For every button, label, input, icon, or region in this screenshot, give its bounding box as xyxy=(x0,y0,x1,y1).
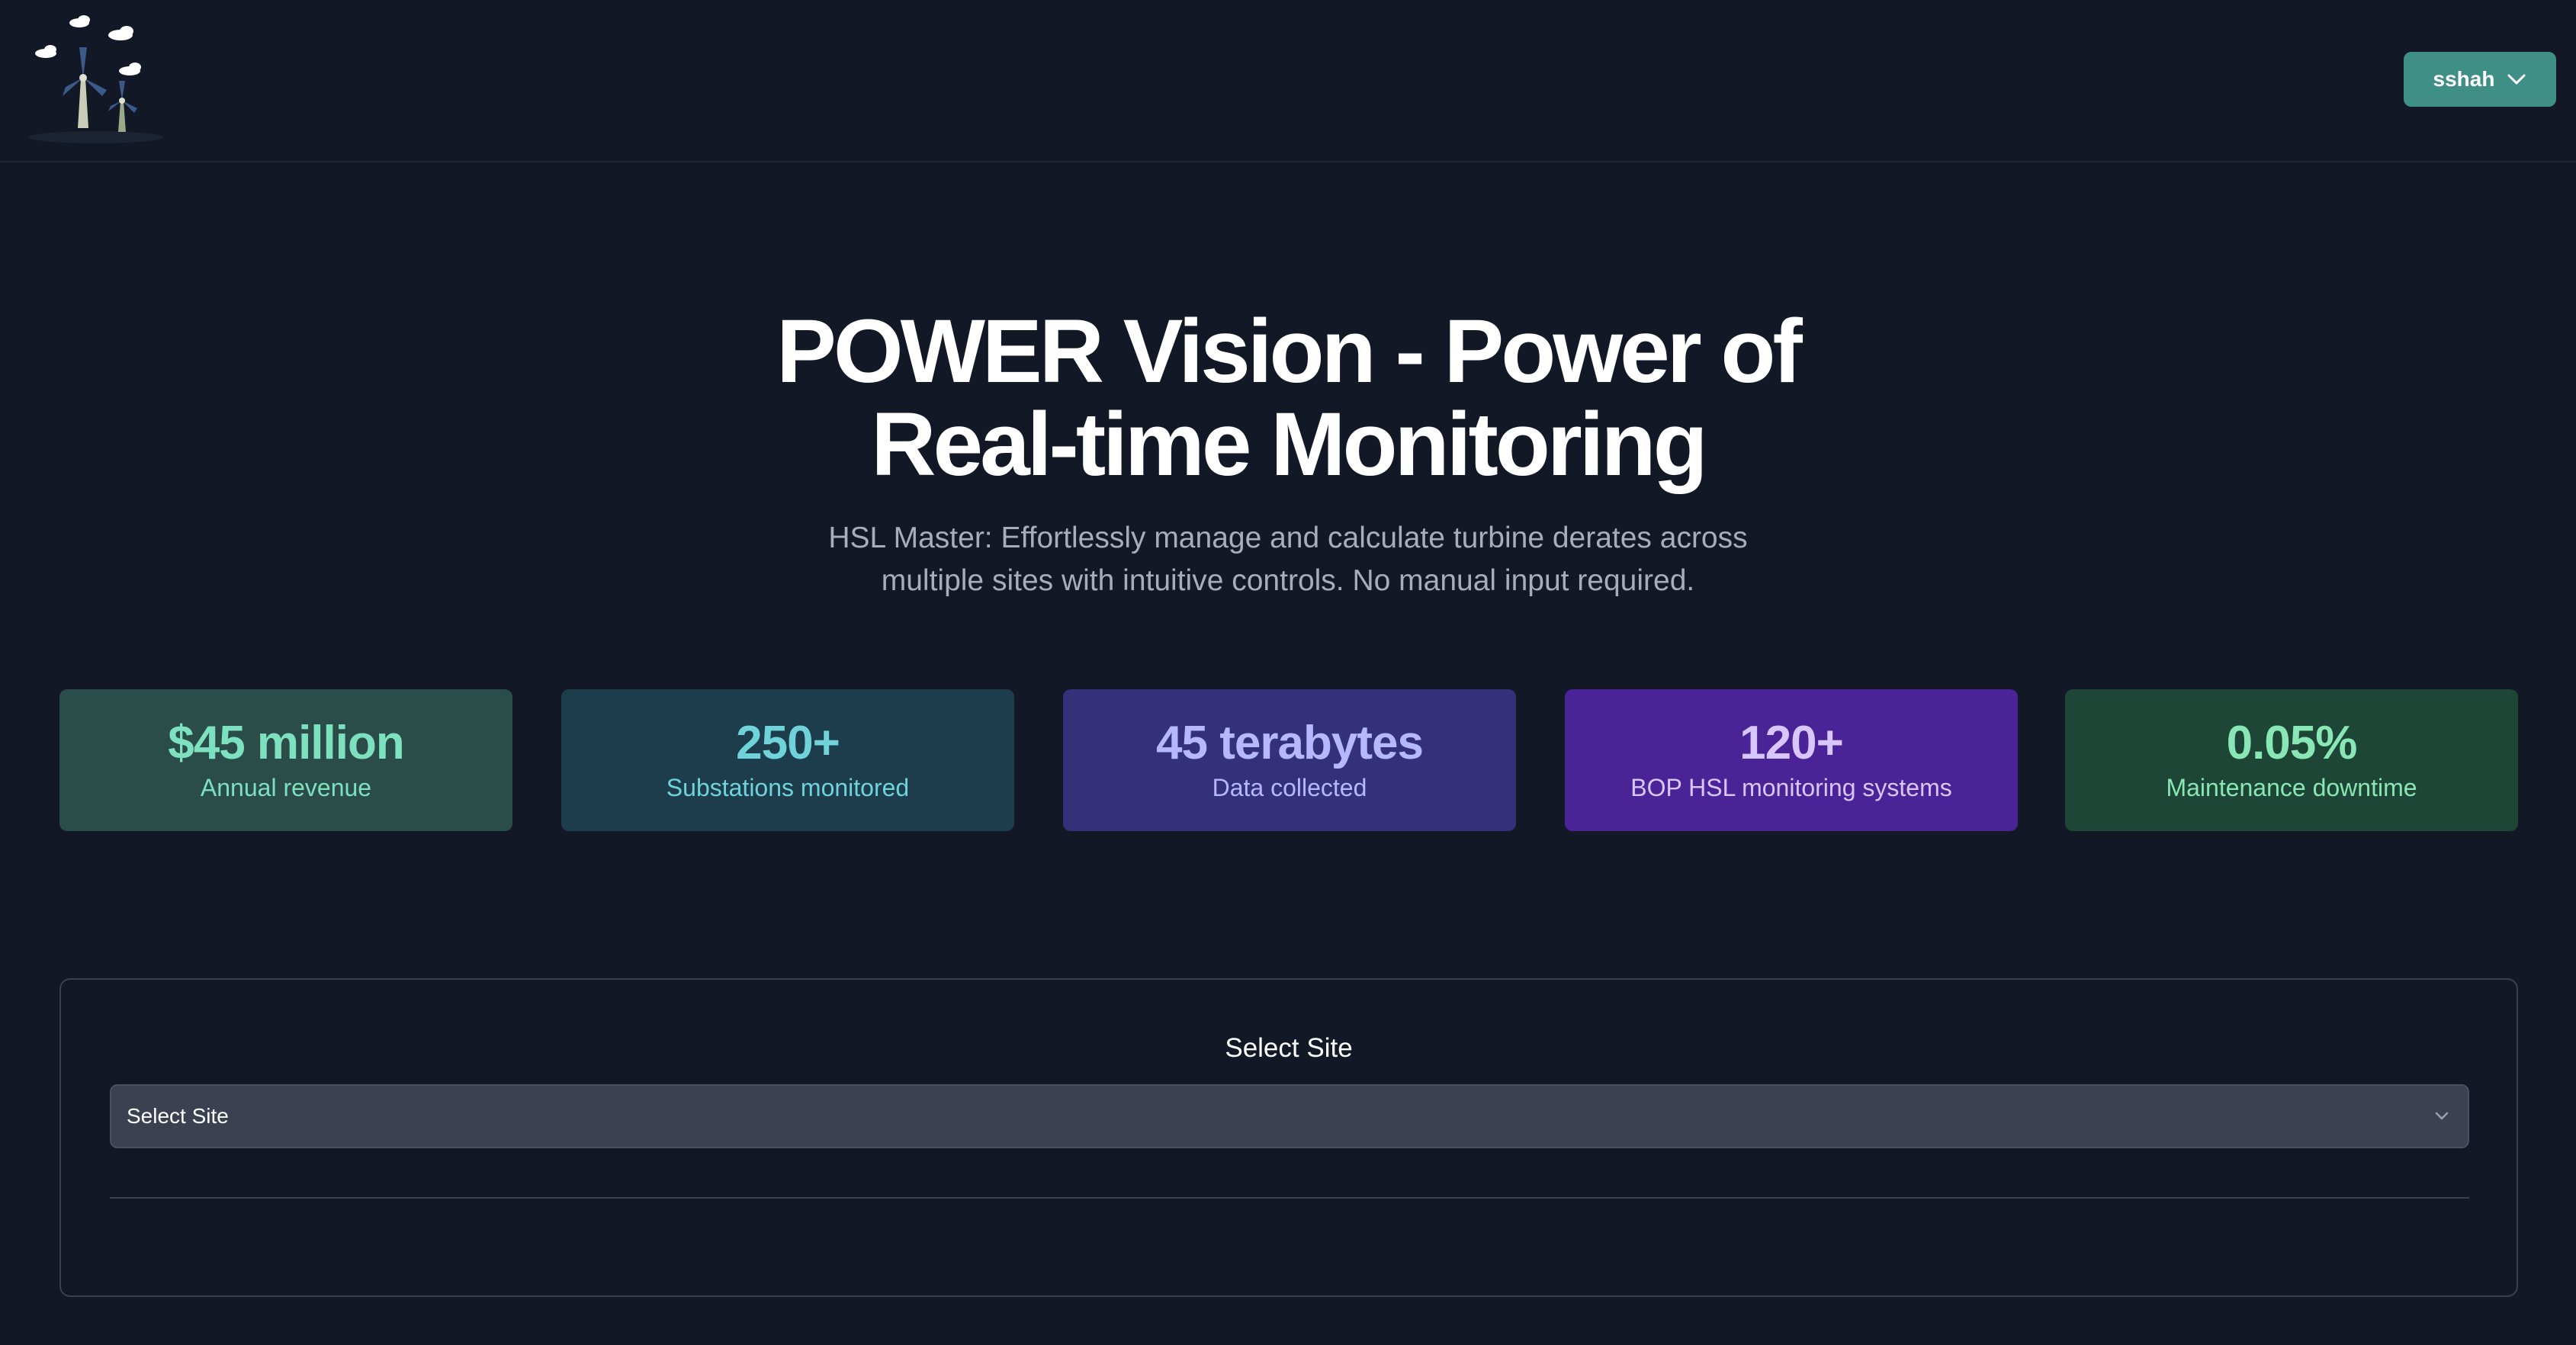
chevron-down-icon xyxy=(2507,73,2526,85)
user-menu-button[interactable]: sshah xyxy=(2404,52,2556,107)
page-title: POWER Vision - Power of Real-time Monito… xyxy=(0,305,2576,491)
stat-value: 250+ xyxy=(736,717,840,769)
page-subtitle-line-2: multiple sites with intuitive controls. … xyxy=(881,564,1695,597)
stat-label: Data collected xyxy=(1212,774,1367,801)
site-select-title: Select Site xyxy=(1225,1033,1353,1063)
stat-value: 120+ xyxy=(1739,717,1844,769)
card-divider xyxy=(110,1197,2469,1199)
wind-turbine-logo-icon[interactable] xyxy=(27,14,165,143)
stats-row: $45 million Annual revenue 250+ Substati… xyxy=(59,689,2518,831)
stat-value: 45 terabytes xyxy=(1156,717,1424,769)
user-name-label: sshah xyxy=(2433,67,2495,91)
page-subtitle: HSL Master: Effortlessly manage and calc… xyxy=(792,517,1784,602)
page-title-line-2: Real-time Monitoring xyxy=(871,394,1707,495)
stat-card-data-collected: 45 terabytes Data collected xyxy=(1063,689,1516,831)
page-title-line-1: POWER Vision - Power of xyxy=(776,301,1803,402)
stat-label: Substations monitored xyxy=(666,774,910,801)
stat-card-monitoring-systems: 120+ BOP HSL monitoring systems xyxy=(1565,689,2018,831)
stat-label: Maintenance downtime xyxy=(2166,774,2417,801)
site-selection-card: Select Site Select Site xyxy=(59,978,2518,1297)
stat-label: Annual revenue xyxy=(200,774,372,801)
site-select-dropdown[interactable]: Select Site xyxy=(110,1084,2469,1148)
stat-card-maintenance-downtime: 0.05% Maintenance downtime xyxy=(2065,689,2518,831)
site-select-value: Select Site xyxy=(127,1104,229,1128)
stat-card-annual-revenue: $45 million Annual revenue xyxy=(59,689,512,831)
stat-value: 0.05% xyxy=(2226,717,2358,769)
top-header: sshah xyxy=(0,0,2576,162)
stat-value: $45 million xyxy=(168,717,404,769)
stat-card-substations: 250+ Substations monitored xyxy=(561,689,1014,831)
page-subtitle-line-1: HSL Master: Effortlessly manage and calc… xyxy=(828,522,1748,554)
stat-label: BOP HSL monitoring systems xyxy=(1630,774,1952,801)
chevron-down-icon xyxy=(2433,1106,2451,1132)
